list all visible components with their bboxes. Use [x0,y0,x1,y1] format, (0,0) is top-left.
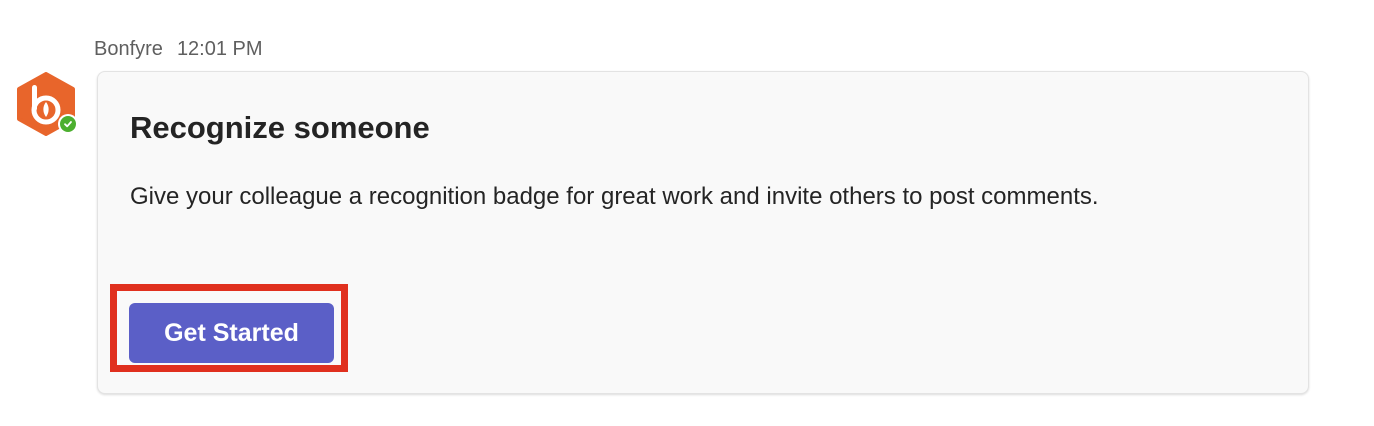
get-started-button[interactable]: Get Started [129,303,334,363]
card-body-text: Give your colleague a recognition badge … [130,183,1099,210]
checkmark-icon [60,116,76,132]
presence-indicator [58,114,78,134]
avatar[interactable] [13,72,79,138]
adaptive-card: Recognize someone Give your colleague a … [97,71,1309,394]
chat-message: Bonfyre 12:01 PM Recognize someone Give y… [0,0,1374,426]
sender-name[interactable]: Bonfyre [94,38,163,60]
card-title: Recognize someone [130,110,430,145]
message-header: Bonfyre 12:01 PM [94,38,263,61]
message-timestamp: 12:01 PM [176,38,263,60]
